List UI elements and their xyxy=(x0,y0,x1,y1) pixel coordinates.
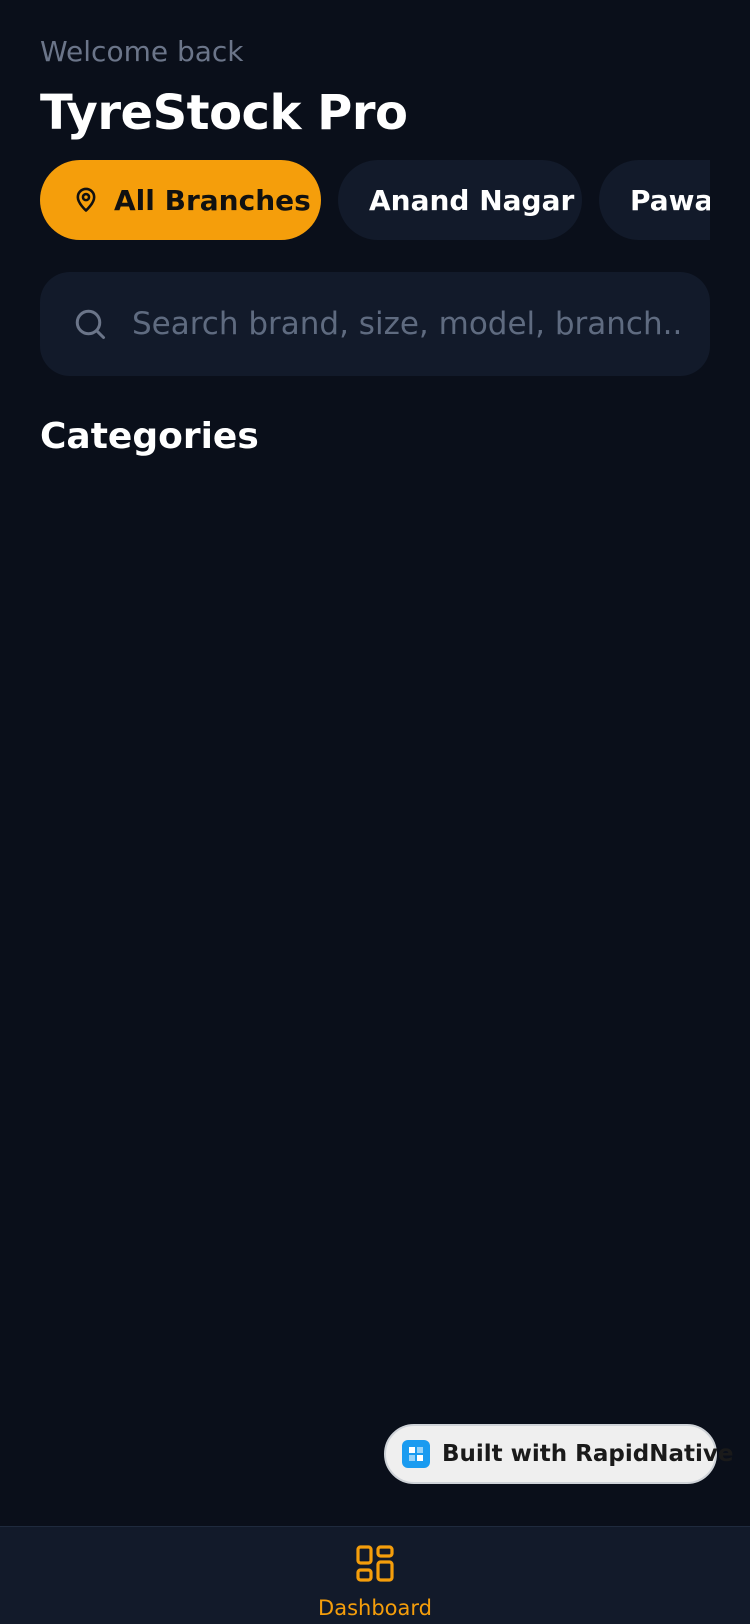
welcome-text: Welcome back xyxy=(40,35,244,68)
branch-chip-anand-nagar[interactable]: Anand Nagar xyxy=(338,160,582,240)
search-bar[interactable] xyxy=(40,272,710,376)
search-icon xyxy=(72,306,108,342)
search-input[interactable] xyxy=(132,306,680,342)
tab-dashboard-label: Dashboard xyxy=(318,1596,432,1620)
branch-chip-label: Anand Nagar xyxy=(369,183,575,217)
badge-label: Built with RapidNative xyxy=(442,1441,734,1467)
dashboard-screen: Welcome back TyreStock Pro All Branches … xyxy=(0,0,750,1624)
branch-chip-pawa[interactable]: Pawa xyxy=(599,160,710,240)
built-with-badge[interactable]: Built with RapidNative xyxy=(384,1424,733,1484)
bottom-tab-bar: Dashboard xyxy=(0,1526,750,1624)
categories-heading: Categories xyxy=(40,416,259,457)
app-title: TyreStock Pro xyxy=(40,85,408,141)
branch-chip-label: Pawa xyxy=(630,183,710,217)
branch-chip-all-branches[interactable]: All Branches xyxy=(40,160,321,240)
branch-filter-row: All Branches Anand Nagar Pawa xyxy=(40,160,710,240)
rapidnative-logo-icon xyxy=(402,1440,430,1468)
branch-filter-scroller[interactable]: All Branches Anand Nagar Pawa xyxy=(40,160,710,240)
dashboard-grid-icon xyxy=(356,1545,394,1583)
branch-chip-label: All Branches xyxy=(114,183,311,217)
map-pin-icon xyxy=(72,186,100,214)
tab-dashboard[interactable]: Dashboard xyxy=(315,1545,435,1624)
